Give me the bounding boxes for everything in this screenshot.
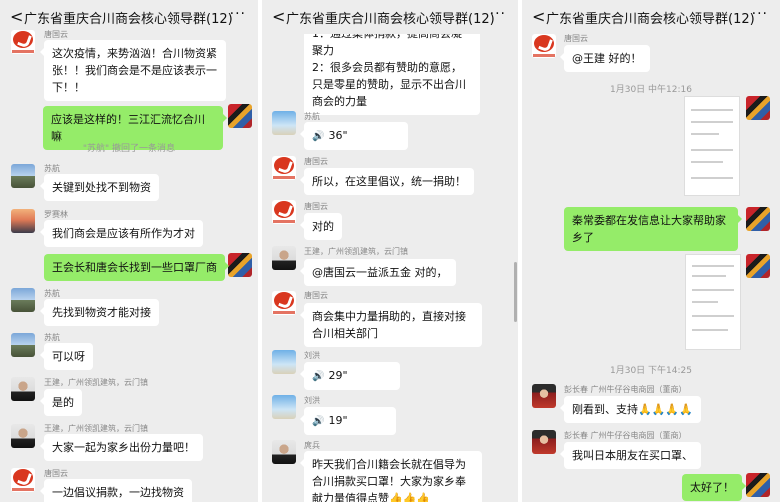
avatar[interactable] [746, 254, 770, 278]
sender-name: 庹兵 [304, 441, 320, 450]
avatar[interactable] [532, 384, 556, 408]
voice-duration: 29" [328, 369, 348, 382]
message-bubble[interactable]: 一边倡议捐款，一边找物资 [40, 479, 192, 502]
image-message[interactable] [685, 254, 741, 350]
message-bubble[interactable]: @唐国云一益派五金 对的， [300, 259, 456, 286]
message-bubble[interactable]: 对的 [300, 213, 342, 240]
sender-name: 唐国云 [44, 30, 68, 39]
voice-duration: 36" [328, 129, 348, 142]
avatar[interactable] [272, 395, 296, 419]
chat-title: 广东省重庆合川商会核心领导群(12) [24, 12, 233, 27]
sender-name: 唐国云 [44, 469, 68, 478]
avatar[interactable] [11, 333, 35, 357]
more-icon[interactable]: ··· [230, 6, 246, 22]
chat-panel-1: < 广东省重庆合川商会核心领导群(12) ··· 唐国云 这次疫情，来势汹汹！合… [0, 0, 258, 502]
sender-name: 苏航 [44, 289, 60, 298]
sender-name: 王建，广州领凯建筑，云门镇 [44, 378, 148, 387]
sender-name: 彭长春 广州牛仔谷电商园（董商） [564, 385, 687, 394]
avatar[interactable] [272, 291, 296, 315]
sender-name: 王建，广州领凯建筑，云门镇 [304, 247, 408, 256]
avatar[interactable] [11, 468, 35, 492]
sender-name: 唐国云 [304, 291, 328, 300]
message-bubble[interactable]: 王会长和唐会长找到一些口罩厂商 [44, 254, 229, 281]
sender-name: 苏航 [44, 164, 60, 173]
sender-name: 刘洪 [304, 396, 320, 405]
avatar[interactable] [272, 350, 296, 374]
avatar[interactable] [272, 440, 296, 464]
message-bubble[interactable]: 秦常委都在发信息让大家帮助家乡了 [564, 207, 742, 251]
chat-title: 广东省重庆合川商会核心领导群(12) [286, 12, 495, 27]
avatar[interactable] [11, 164, 35, 188]
sender-name: 王建，广州领凯建筑，云门镇 [44, 424, 148, 433]
back-icon[interactable]: < [532, 7, 545, 26]
sender-name: 苏航 [304, 112, 320, 121]
sender-name: 刘洪 [304, 351, 320, 360]
timestamp: 1月30日 下午14:25 [610, 366, 692, 376]
avatar[interactable] [228, 104, 252, 128]
voice-message[interactable]: 🔊 36" [300, 122, 408, 150]
avatar[interactable] [746, 473, 770, 497]
voice-message[interactable]: 🔊 29" [300, 362, 400, 390]
avatar[interactable] [272, 111, 296, 135]
sender-name: 彭长春 广州牛仔谷电商园（董商） [564, 431, 687, 440]
chat-title: 广东省重庆合川商会核心领导群(12) [546, 12, 755, 27]
voice-duration: 19" [328, 414, 348, 427]
sender-name: 罗赛林 [44, 210, 68, 219]
message-bubble[interactable]: 是的 [40, 389, 82, 416]
message-bubble[interactable]: 1：通过集体捐款，提高商会凝聚力 2：很多会员都有赞助的意愿，只是零星的赞助，显… [304, 20, 480, 115]
sender-name: 苏航 [44, 333, 60, 342]
message-bubble[interactable]: 关键到处找不到物资 [40, 174, 159, 201]
voice-icon: 🔊 [312, 371, 325, 382]
avatar[interactable] [11, 30, 35, 54]
voice-message[interactable]: 🔊 19" [300, 407, 396, 435]
scrollbar[interactable] [514, 262, 517, 322]
back-icon[interactable]: < [272, 7, 285, 26]
avatar[interactable] [532, 430, 556, 454]
more-icon[interactable]: ··· [752, 6, 768, 22]
avatar[interactable] [11, 424, 35, 448]
avatar[interactable] [272, 156, 296, 180]
sender-name: 唐国云 [304, 202, 328, 211]
image-message[interactable] [684, 96, 740, 196]
chat-header: < 广东省重庆合川商会核心领导群(12) ··· [522, 0, 780, 34]
sender-name: 唐国云 [564, 34, 588, 43]
message-bubble[interactable]: 大家一起为家乡出份力量吧！ [40, 434, 203, 461]
message-bubble[interactable]: 这次疫情，来势汹汹！合川物资紧张！！我们商会是不是应该表示一下！！ [40, 40, 226, 101]
message-bubble[interactable]: 昨天我们合川籍会长就在倡导为合川捐款买口罩！大家为家乡奉献力量值得点赞👍👍👍 [300, 451, 482, 502]
avatar[interactable] [11, 209, 35, 233]
message-bubble[interactable]: @王建 好的！ [560, 45, 650, 72]
more-icon[interactable]: ··· [490, 6, 506, 22]
message-line: 2：很多会员都有赞助的意愿，只是零星的赞助，显示不出合川商会的力量 [312, 61, 466, 108]
chat-panel-3: < 广东省重庆合川商会核心领导群(12) ··· 唐国云 @王建 好的！ 1月3… [522, 0, 780, 502]
recall-notice: "苏航" 撤回了一条消息 [82, 144, 176, 154]
avatar[interactable] [746, 96, 770, 120]
message-bubble[interactable]: 我叫日本朋友在买口罩、 [560, 442, 701, 469]
sender-name: 唐国云 [304, 157, 328, 166]
avatar[interactable] [746, 207, 770, 231]
voice-icon: 🔊 [312, 131, 325, 142]
message-bubble[interactable]: 太好了！ [682, 474, 746, 501]
message-bubble[interactable]: 所以，在这里倡议，统一捐助！ [300, 168, 474, 195]
timestamp: 1月30日 中午12:16 [610, 85, 692, 95]
avatar[interactable] [11, 288, 35, 312]
chat-header: < 广东省重庆合川商会核心领导群(12) ··· [0, 0, 258, 34]
chat-panel-2: 1：通过集体捐款，提高商会凝聚力 2：很多会员都有赞助的意愿，只是零星的赞助，显… [262, 0, 518, 502]
message-bubble[interactable]: 可以呀 [40, 343, 93, 370]
back-icon[interactable]: < [10, 7, 23, 26]
message-bubble[interactable]: 先找到物资才能对接 [40, 299, 159, 326]
message-bubble[interactable]: 刚看到、支持🙏🙏🙏🙏 [560, 396, 701, 423]
chat-header: < 广东省重庆合川商会核心领导群(12) ··· [262, 0, 518, 34]
message-bubble[interactable]: 商会集中力量捐助的，直接对接合川相关部门 [300, 303, 482, 347]
avatar[interactable] [532, 34, 556, 58]
message-bubble[interactable]: 我们商会是应该有所作为才对 [40, 220, 203, 247]
avatar[interactable] [272, 246, 296, 270]
voice-icon: 🔊 [312, 416, 325, 427]
avatar[interactable] [228, 253, 252, 277]
avatar[interactable] [11, 377, 35, 401]
avatar[interactable] [272, 200, 296, 224]
